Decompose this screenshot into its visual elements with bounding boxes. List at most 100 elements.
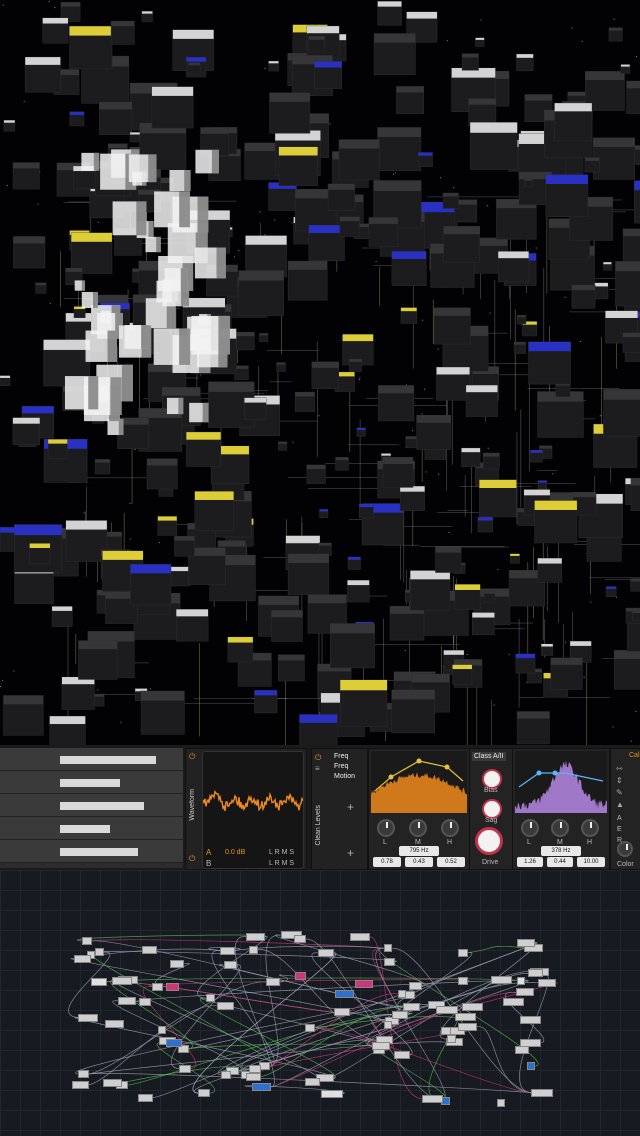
graph-node[interactable] <box>392 1010 408 1019</box>
graph-node[interactable] <box>104 1020 124 1029</box>
graph-node[interactable] <box>321 1089 343 1098</box>
bias-knob[interactable] <box>482 769 502 789</box>
graph-node[interactable] <box>334 989 354 998</box>
graph-node[interactable] <box>102 1078 122 1087</box>
eq-right-knob-m[interactable] <box>551 819 569 837</box>
add-device-icon[interactable]: + <box>347 801 354 813</box>
mixer-row[interactable] <box>0 817 183 840</box>
graph-node[interactable] <box>304 1077 321 1086</box>
graph-node[interactable] <box>446 1035 456 1044</box>
graph-node[interactable] <box>158 1025 167 1034</box>
graph-node[interactable] <box>458 948 469 957</box>
add-device-icon[interactable]: + <box>347 847 354 859</box>
eq-left-knob-l[interactable] <box>377 819 395 837</box>
graph-node[interactable] <box>435 1006 458 1015</box>
graph-node[interactable] <box>384 944 393 953</box>
graph-node[interactable] <box>333 1008 351 1017</box>
graph-node[interactable] <box>152 982 163 991</box>
graph-node[interactable] <box>166 982 179 991</box>
graph-node[interactable] <box>372 1042 391 1051</box>
graph-node[interactable] <box>170 959 185 968</box>
color-knob[interactable] <box>617 841 633 857</box>
drive-knob[interactable] <box>475 827 503 855</box>
graph-node[interactable] <box>73 954 91 963</box>
eq-left-knob-m[interactable] <box>409 819 427 837</box>
graph-node[interactable] <box>248 1065 262 1074</box>
up-icon[interactable]: ▲ <box>616 801 624 809</box>
graph-node[interactable] <box>138 998 151 1007</box>
graph-node[interactable] <box>537 978 557 987</box>
graph-node[interactable] <box>403 1003 421 1012</box>
graph-node[interactable] <box>78 1069 89 1078</box>
macro-motion[interactable]: Motion <box>334 773 355 780</box>
graph-node[interactable] <box>205 994 215 1003</box>
graph-node[interactable] <box>81 936 92 945</box>
graph-node[interactable] <box>220 1070 232 1079</box>
graph-node[interactable] <box>217 1001 235 1010</box>
graph-node[interactable] <box>517 938 535 947</box>
graph-node[interactable] <box>251 1082 272 1091</box>
graph-node[interactable] <box>441 1027 452 1036</box>
graph-node[interactable] <box>265 978 281 986</box>
eq-right-value-m[interactable]: 0.44 <box>547 857 573 867</box>
mixer-row[interactable] <box>0 748 183 771</box>
graph-node[interactable] <box>305 1023 315 1032</box>
pen-icon[interactable]: ✎ <box>616 789 623 797</box>
macro-freq-1[interactable]: Freq <box>334 753 348 760</box>
graph-node[interactable] <box>90 977 107 986</box>
graph-node[interactable] <box>295 972 307 981</box>
graph-node[interactable] <box>393 1051 410 1060</box>
graph-node[interactable] <box>179 1064 192 1073</box>
macro-freq-2[interactable]: Freq <box>334 763 348 770</box>
graph-node[interactable] <box>118 996 136 1005</box>
graph-node[interactable] <box>246 932 265 941</box>
graph-node[interactable] <box>94 948 104 957</box>
power-icon[interactable]: ⏻ <box>315 754 321 762</box>
node-graph-editor[interactable] <box>0 870 640 1136</box>
graph-node[interactable] <box>165 1038 182 1047</box>
eq-right-knob-h[interactable] <box>581 819 599 837</box>
graph-node[interactable] <box>142 945 157 954</box>
graph-node[interactable] <box>516 976 526 985</box>
expand-icon[interactable]: ⇕ <box>616 777 623 785</box>
mixer-row[interactable] <box>0 840 183 863</box>
eq-right-value-h[interactable]: 10.00 <box>577 857 605 867</box>
eq-right-freq[interactable]: 378 Hz <box>541 846 581 856</box>
graph-node[interactable] <box>198 1089 211 1098</box>
graph-node[interactable] <box>514 1046 529 1055</box>
mixer-row[interactable] <box>0 794 183 817</box>
graph-node[interactable] <box>384 957 395 966</box>
graph-node[interactable] <box>503 998 524 1007</box>
power-icon[interactable]: ⏻ <box>189 753 195 761</box>
graph-node[interactable] <box>246 1072 261 1081</box>
gain-readout[interactable]: 0.0 dB <box>225 849 245 856</box>
graph-node[interactable] <box>78 1013 98 1022</box>
graph-node[interactable] <box>454 1013 477 1022</box>
eq-left-freq[interactable]: 795 Hz <box>399 846 439 856</box>
power-icon[interactable]: ⏻ <box>189 855 195 863</box>
graph-node[interactable] <box>496 1098 506 1107</box>
eq-right-value-l[interactable]: 1.26 <box>517 857 543 867</box>
class-selector[interactable]: Class A/II <box>472 752 506 761</box>
graph-node[interactable] <box>409 981 422 990</box>
graph-node[interactable] <box>526 1062 536 1071</box>
graph-node[interactable] <box>318 948 334 957</box>
list-icon[interactable]: ≡ <box>315 765 320 773</box>
graph-node[interactable] <box>528 969 544 978</box>
graph-node[interactable] <box>112 976 132 985</box>
eq-left-value-l[interactable]: 0.78 <box>373 857 401 867</box>
graph-node[interactable] <box>349 932 370 941</box>
eq-left-value-h[interactable]: 0.52 <box>437 857 465 867</box>
graph-node[interactable] <box>354 980 373 989</box>
eq-left-value-m[interactable]: 0.43 <box>405 857 433 867</box>
graph-node[interactable] <box>384 1020 393 1029</box>
graph-node[interactable] <box>531 1088 553 1097</box>
graph-node[interactable] <box>519 1038 542 1047</box>
eq-left-knob-h[interactable] <box>441 819 459 837</box>
mode-labels-a[interactable]: L R M S <box>269 849 294 856</box>
graph-node[interactable] <box>462 1002 484 1011</box>
mixer-row[interactable] <box>0 771 183 794</box>
sag-knob[interactable] <box>482 799 502 819</box>
graph-node[interactable] <box>223 960 237 969</box>
resize-icon[interactable]: ⇿ <box>616 765 623 773</box>
